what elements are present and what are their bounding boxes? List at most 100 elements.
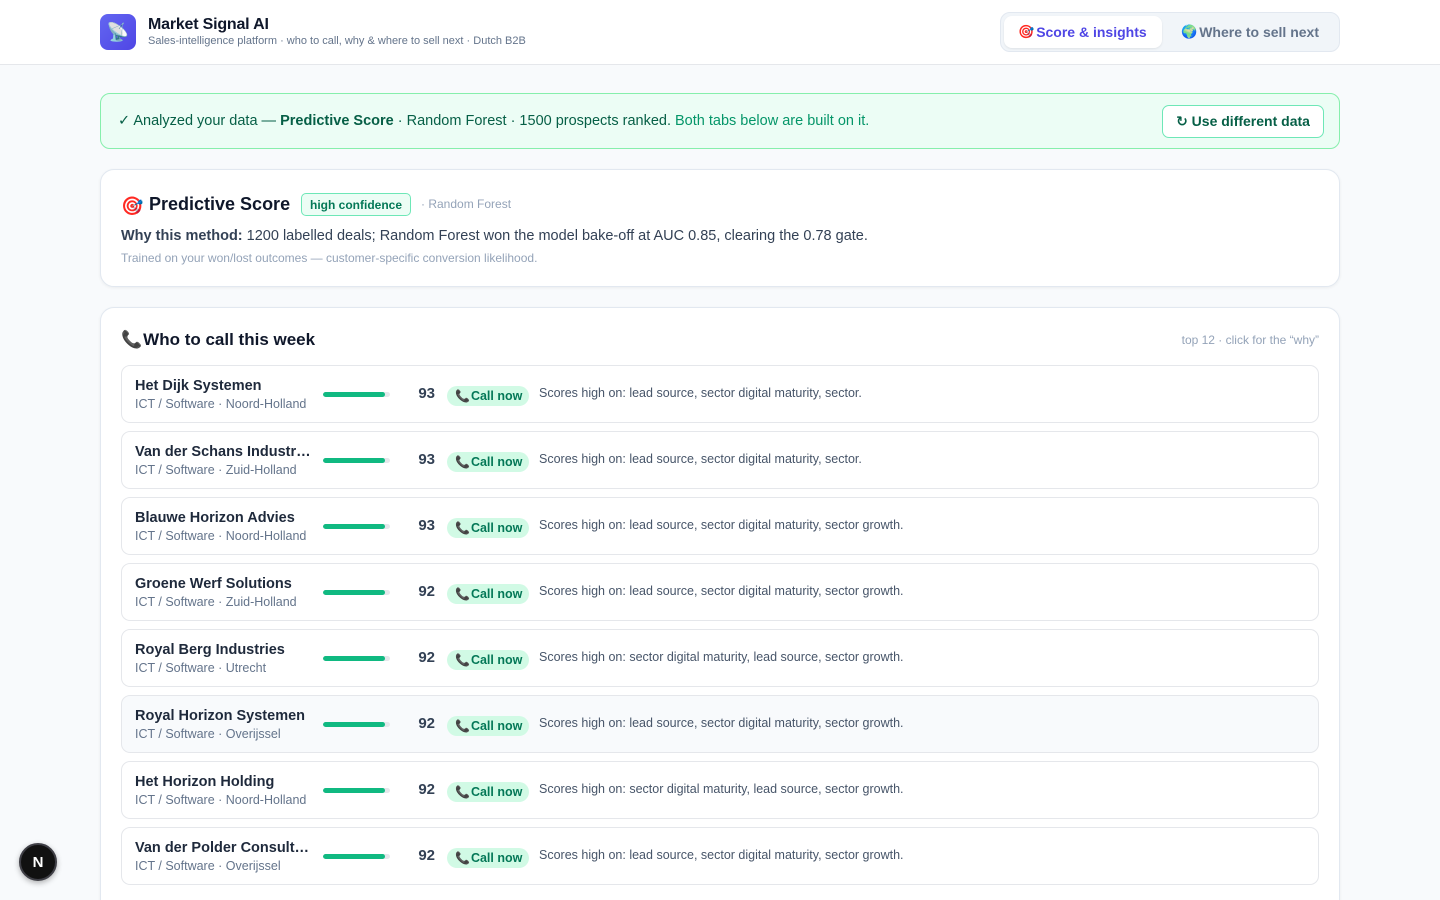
score-value: 93 [418,451,435,468]
call-list-title: 📞 Who to call this week [121,330,315,350]
company-meta: ICT / Software · Zuid-Holland [135,463,297,477]
tab-label: Score & insights [1036,24,1147,40]
score-bar-fill [323,656,385,661]
score-value: 92 [418,649,435,666]
phone-icon: 📞 [455,785,470,799]
score-reason: Scores high on: lead source, sector digi… [539,848,904,862]
company-name: Van der Polder Consultancy [135,840,313,856]
why-text: 1200 labelled deals; Random Forest won t… [242,228,868,244]
score-bar-fill [323,458,386,463]
call-list-card: 📞 Who to call this week top 12 · click f… [100,307,1340,900]
score-bar [323,656,390,661]
call-now-button[interactable]: 📞 Call now [447,848,530,868]
phone-icon: 📞 [455,719,470,733]
banner-prefix: ✓ Analyzed your data — [118,113,281,129]
score-reason: Scores high on: lead source, sector digi… [539,518,904,532]
prospect-row[interactable]: Van der Schans Industries ICT / Software … [121,431,1319,489]
score-bar [323,524,390,529]
call-now-button[interactable]: 📞 Call now [447,716,530,736]
company-meta: ICT / Software · Overijssel [135,727,281,741]
company-name: Het Horizon Holding [135,774,275,790]
call-now-button[interactable]: 📞 Call now [447,584,530,604]
prospect-row[interactable]: Het Dijk Systemen ICT / Software · Noord-… [121,365,1319,423]
top-bar: 📡 Market Signal AI Sales-intelligence pl… [0,0,1440,65]
prospect-row[interactable]: Groene Werf Solutions ICT / Software · Zu… [121,563,1319,621]
globe-icon: 🌍 [1181,24,1198,39]
company-meta: ICT / Software · Zuid-Holland [135,595,297,609]
score-reason: Scores high on: sector digital maturity,… [539,782,904,796]
score-bar-fill [323,524,386,529]
method-why: Why this method: 1200 labelled deals; Ra… [121,228,868,244]
score-bar-fill [323,788,385,793]
call-now-button[interactable]: 📞 Call now [447,518,530,538]
banner-method: Predictive Score [280,113,394,129]
analysis-banner: ✓ Analyzed your data — Predictive Score … [100,93,1340,149]
method-title: Predictive Score [149,194,291,214]
phone-icon: 📞 [455,389,470,403]
call-now-button[interactable]: 📞 Call now [447,782,530,802]
score-bar [323,392,390,397]
call-now-label: Call now [470,521,523,535]
prospect-row[interactable]: Blauwe Horizon Advies ICT / Software · No… [121,497,1319,555]
tab-where-to-sell[interactable]: 🌍 Where to sell next [1165,16,1337,48]
use-different-data-button[interactable]: ↻ Use different data [1162,105,1324,138]
score-bar [323,458,390,463]
satellite-dish-icon: 📡 [100,14,136,50]
score-reason: Scores high on: lead source, sector digi… [539,584,904,598]
call-now-button[interactable]: 📞 Call now [447,650,530,670]
score-value: 92 [418,715,435,732]
score-bar-fill [323,392,386,397]
company-meta: ICT / Software · Overijssel [135,859,281,873]
app-subtitle: Sales-intelligence platform · who to cal… [148,35,526,47]
call-now-label: Call now [470,587,523,601]
company-meta: ICT / Software · Noord-Holland [135,529,307,543]
call-list-title-text: Who to call this week [143,330,316,349]
call-now-button[interactable]: 📞 Call now [447,452,530,472]
score-bar [323,722,390,727]
prospect-row[interactable]: Het Horizon Holding ICT / Software · Noor… [121,761,1319,819]
confidence-badge: high confidence [301,193,412,216]
tab-label: Where to sell next [1199,24,1319,40]
method-card: 🎯 Predictive Score high confidence · Ran… [100,169,1340,287]
banner-note: Both tabs below are built on it. [670,113,870,129]
phone-icon: 📞 [455,851,470,865]
score-reason: Scores high on: lead source, sector digi… [539,452,862,466]
score-bar-fill [323,854,385,859]
score-value: 92 [418,847,435,864]
score-reason: Scores high on: lead source, sector digi… [539,386,862,400]
view-tabs: 🎯 Score & insights 🌍 Where to sell next [1000,12,1340,52]
company-name: Groene Werf Solutions [135,576,292,592]
score-value: 93 [418,385,435,402]
nextjs-dev-badge[interactable]: N [19,843,57,881]
company-meta: ICT / Software · Noord-Holland [135,397,307,411]
prospect-row[interactable]: Van der Polder Consultancy ICT / Software… [121,827,1319,885]
score-bar-fill [323,590,385,595]
company-name: Het Dijk Systemen [135,378,262,394]
target-icon: 🎯 [121,196,144,216]
score-value: 93 [418,517,435,534]
phone-icon: 📞 [455,455,470,469]
target-icon: 🎯 [1018,24,1035,39]
prospect-row[interactable]: Royal Horizon Systemen ICT / Software · O… [121,695,1319,753]
call-now-button[interactable]: 📞 Call now [447,386,530,406]
phone-icon: 📞 [455,653,470,667]
call-now-label: Call now [470,785,523,799]
score-bar [323,788,390,793]
call-now-label: Call now [470,455,523,469]
company-meta: ICT / Software · Utrecht [135,661,267,675]
call-now-label: Call now [470,851,523,865]
call-now-label: Call now [470,389,523,403]
call-list-meta: top 12 · click for the “why” [1181,333,1319,347]
banner-text: ✓ Analyzed your data — Predictive Score … [118,113,869,129]
score-value: 92 [418,583,435,600]
prospect-row[interactable]: Royal Berg Industries ICT / Software · Ut… [121,629,1319,687]
method-algorithm: · Random Forest [421,197,512,211]
company-meta: ICT / Software · Noord-Holland [135,793,307,807]
tab-score-insights[interactable]: 🎯 Score & insights [1004,16,1162,48]
score-bar [323,854,390,859]
company-name: Blauwe Horizon Advies [135,510,295,526]
phone-icon: 📞 [455,521,470,535]
score-bar [323,590,390,595]
banner-details: · Random Forest · 1500 prospects ranked. [393,113,671,129]
app-title: Market Signal AI [148,16,269,33]
